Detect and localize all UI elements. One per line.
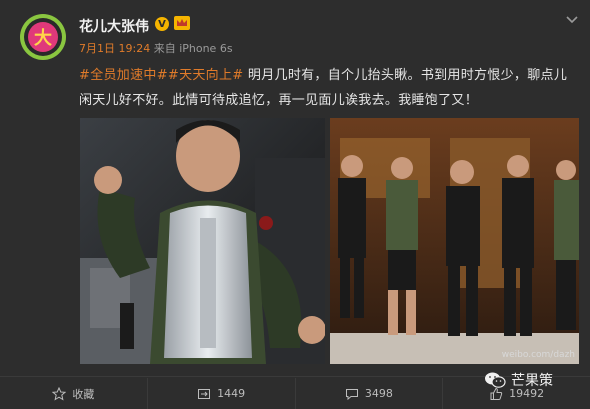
post-meta: 7月1日 19:24 来自 iPhone 6s [79, 40, 233, 56]
photo-image [330, 118, 579, 364]
chevron-down-icon[interactable] [566, 16, 578, 24]
repost-button[interactable]: 1449 [148, 378, 296, 409]
post-date-link[interactable]: 7月1日 19:24 [79, 42, 150, 55]
photo-watermark: weibo.com/dazh [501, 350, 575, 360]
post-photo[interactable] [80, 118, 325, 364]
repost-count: 1449 [217, 387, 246, 400]
star-icon [52, 386, 67, 401]
avatar-logo: 大 [28, 22, 58, 52]
comment-count: 3498 [364, 387, 393, 400]
brand-watermark: 芒果策 [484, 370, 553, 390]
comment-icon [345, 388, 358, 400]
favorite-label: 收藏 [72, 387, 95, 401]
wechat-icon [485, 372, 506, 388]
favorite-button[interactable]: 收藏 [0, 378, 148, 409]
post-text: #全员加速中##天天向上# 明月几时有，自个儿抬头瞅。书到用时方恨少，聊点儿闲天… [79, 63, 569, 113]
username-link[interactable]: 花儿大张伟 [79, 16, 149, 36]
comment-button[interactable]: 3498 [296, 378, 444, 409]
repost-icon [198, 388, 211, 399]
hashtag-link[interactable]: #天天向上# [168, 68, 244, 83]
photo-image [80, 118, 325, 364]
post-photo[interactable]: weibo.com/dazh [330, 118, 579, 364]
post-source: 来自 iPhone 6s [153, 42, 233, 55]
weibo-post-card: 大 花儿大张伟 V 7月1日 19:24 来自 iPhone 6s #全员加速中… [0, 0, 590, 409]
brand-name: 芒果策 [511, 373, 553, 389]
member-crown-icon [174, 16, 190, 30]
hashtag-link[interactable]: #全员加速中# [79, 68, 168, 83]
avatar[interactable]: 大 [20, 14, 66, 60]
verified-badge-icon: V [155, 17, 169, 31]
